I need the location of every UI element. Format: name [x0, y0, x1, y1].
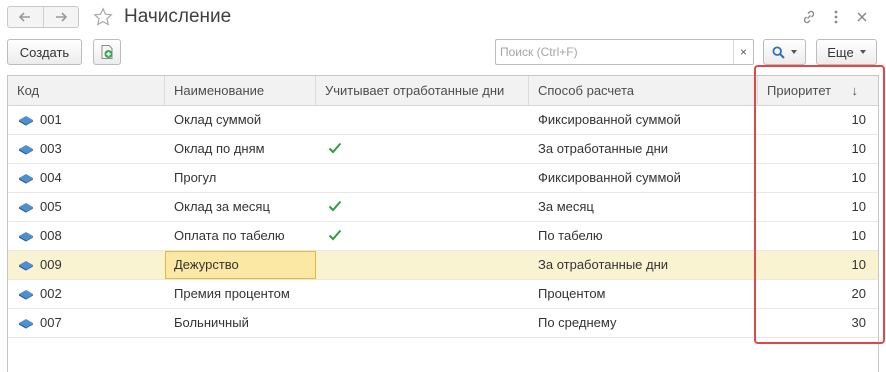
search-options-button[interactable] — [763, 39, 806, 65]
cell-method[interactable]: По табелю — [529, 222, 758, 250]
table-row[interactable]: 002 Премия процентом Процентом 20 — [8, 280, 878, 309]
sort-descending-icon: ↓ — [851, 83, 859, 98]
checkmark-icon — [328, 200, 342, 212]
catalog-item-icon — [19, 174, 33, 184]
column-header-method[interactable]: Способ расчета — [529, 76, 758, 105]
forward-button[interactable] — [42, 7, 79, 27]
cell-code[interactable]: 007 — [8, 309, 165, 337]
arrow-right-icon — [55, 12, 67, 22]
table-row[interactable]: 005 Оклад за месяц За месяц 10 — [8, 193, 878, 222]
catalog-item-icon — [19, 145, 33, 155]
accruals-table: Код Наименование Учитывает отработанные … — [7, 75, 879, 372]
cell-method[interactable]: По среднему — [529, 309, 758, 337]
cell-code[interactable]: 004 — [8, 164, 165, 192]
table-row[interactable]: 007 Больничный По среднему 30 — [8, 309, 878, 338]
cell-counts-days[interactable] — [316, 193, 529, 221]
catalog-item-icon — [19, 319, 33, 329]
cell-code[interactable]: 001 — [8, 106, 165, 134]
cell-priority[interactable]: 10 — [758, 222, 878, 250]
cell-code[interactable]: 009 — [8, 251, 165, 279]
cell-method[interactable]: За отработанные дни — [529, 251, 758, 279]
cell-priority[interactable]: 10 — [758, 135, 878, 163]
cell-method[interactable]: Фиксированной суммой — [529, 164, 758, 192]
checkmark-icon — [328, 142, 342, 154]
title-bar: Начисление — [0, 0, 886, 36]
catalog-item-icon — [19, 203, 33, 213]
cell-counts-days[interactable] — [316, 135, 529, 163]
cell-priority[interactable]: 10 — [758, 106, 878, 134]
search-icon — [772, 45, 785, 59]
catalog-item-icon — [19, 261, 33, 271]
catalog-item-icon — [19, 232, 33, 242]
cell-code[interactable]: 002 — [8, 280, 165, 308]
cell-code[interactable]: 008 — [8, 222, 165, 250]
column-header-priority[interactable]: Приоритет ↓ — [758, 76, 878, 105]
column-header-name[interactable]: Наименование — [165, 76, 316, 105]
create-copy-button[interactable] — [93, 39, 121, 65]
cell-code[interactable]: 003 — [8, 135, 165, 163]
cell-priority[interactable]: 10 — [758, 251, 878, 279]
chevron-down-icon — [859, 50, 866, 54]
more-actions-button[interactable]: Еще — [816, 39, 877, 65]
column-header-counts-days[interactable]: Учитывает отработанные дни — [316, 76, 529, 105]
cell-counts-days[interactable] — [316, 280, 529, 308]
table-row[interactable]: 008 Оплата по табелю По табелю 10 — [8, 222, 878, 251]
back-button[interactable] — [8, 7, 43, 27]
cell-priority[interactable]: 10 — [758, 164, 878, 192]
cell-method[interactable]: За месяц — [529, 193, 758, 221]
cell-code[interactable]: 005 — [8, 193, 165, 221]
cell-method[interactable]: Процентом — [529, 280, 758, 308]
cell-name[interactable]: Оклад за месяц — [165, 193, 316, 221]
cell-name[interactable]: Оплата по табелю — [165, 222, 316, 250]
cell-counts-days[interactable] — [316, 309, 529, 337]
catalog-item-icon — [19, 116, 33, 126]
column-header-code[interactable]: Код — [8, 76, 165, 105]
cell-name[interactable]: Дежурство — [165, 251, 316, 279]
table-row[interactable]: 003 Оклад по дням За отработанные дни 10 — [8, 135, 878, 164]
cell-counts-days[interactable] — [316, 222, 529, 250]
chevron-down-icon — [791, 50, 797, 54]
cell-name[interactable]: Оклад суммой — [165, 106, 316, 134]
cell-method[interactable]: За отработанные дни — [529, 135, 758, 163]
table-header: Код Наименование Учитывает отработанные … — [8, 76, 878, 106]
search-field[interactable]: × — [495, 39, 754, 65]
close-icon — [857, 12, 867, 22]
cell-name[interactable]: Прогул — [165, 164, 316, 192]
link-icon — [803, 10, 815, 24]
table-row[interactable]: 004 Прогул Фиксированной суммой 10 — [8, 164, 878, 193]
cell-name[interactable]: Премия процентом — [165, 280, 316, 308]
cell-counts-days[interactable] — [316, 106, 529, 134]
table-row[interactable]: 009 Дежурство За отработанные дни 10 — [8, 251, 878, 280]
star-icon — [93, 7, 113, 26]
close-button[interactable] — [853, 8, 871, 26]
more-actions-label: Еще — [827, 44, 854, 60]
add-document-icon — [101, 45, 113, 59]
create-button[interactable]: Создать — [7, 39, 82, 65]
favorite-button[interactable] — [92, 6, 114, 28]
cell-name[interactable]: Больничный — [165, 309, 316, 337]
catalog-item-icon — [19, 290, 33, 300]
table-row[interactable]: 001 Оклад суммой Фиксированной суммой 10 — [8, 106, 878, 135]
navigation-buttons — [7, 6, 79, 28]
search-input[interactable] — [496, 40, 732, 64]
cell-priority[interactable]: 10 — [758, 193, 878, 221]
cell-method[interactable]: Фиксированной суммой — [529, 106, 758, 134]
link-button[interactable] — [800, 8, 818, 26]
clear-icon: × — [739, 45, 747, 59]
create-button-label: Создать — [19, 44, 70, 60]
command-bar: Создать × Еще — [0, 36, 886, 66]
cell-counts-days[interactable] — [316, 164, 529, 192]
search-clear-button[interactable]: × — [733, 40, 753, 64]
more-icon — [834, 10, 838, 24]
checkmark-icon — [328, 229, 342, 241]
cell-priority[interactable]: 20 — [758, 280, 878, 308]
more-menu-button[interactable] — [827, 8, 845, 26]
cell-counts-days[interactable] — [316, 251, 529, 279]
arrow-left-icon — [19, 12, 31, 22]
page-title: Начисление — [124, 6, 232, 27]
cell-priority[interactable]: 30 — [758, 309, 878, 337]
cell-name[interactable]: Оклад по дням — [165, 135, 316, 163]
